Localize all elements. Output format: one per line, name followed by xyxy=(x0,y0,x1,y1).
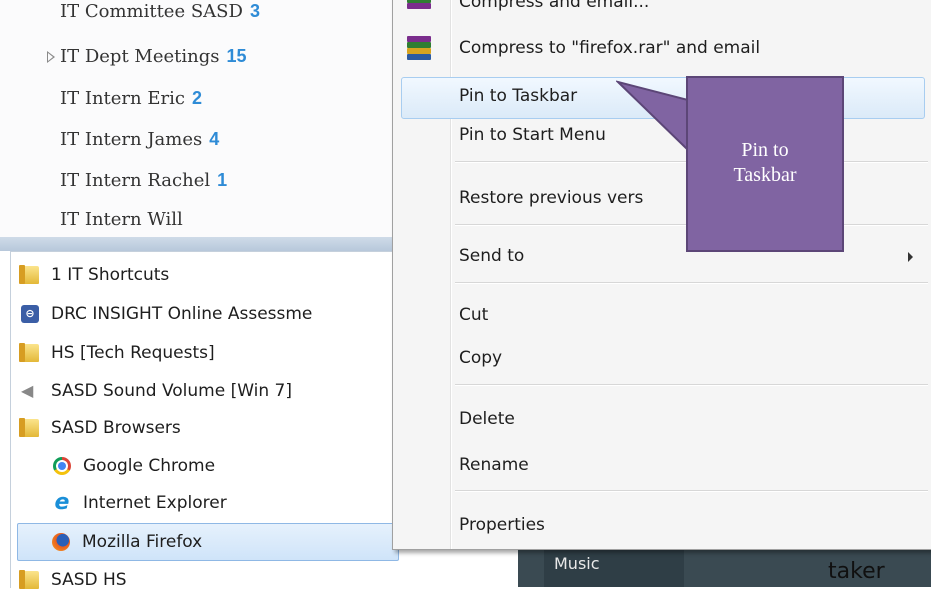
unread-count: 2 xyxy=(191,88,202,108)
menu-item-compress-and-email[interactable]: Compress and email... xyxy=(459,0,649,21)
folder-label: IT Intern Will xyxy=(60,209,183,230)
menu-item-pin-to-taskbar[interactable]: Pin to Taskbar xyxy=(459,77,577,115)
start-item-mozilla-firefox[interactable]: Mozilla Firefox xyxy=(17,523,399,561)
start-menu-right-column: Music taker xyxy=(518,549,931,587)
folder-label: IT Intern Eric xyxy=(60,88,185,109)
folder-label: IT Dept Meetings xyxy=(60,46,220,67)
folder-it-intern-will[interactable]: IT Intern Will xyxy=(60,203,183,237)
menu-item-delete[interactable]: Delete xyxy=(459,400,515,438)
start-menu-programs: 1 IT Shortcuts ⊖ DRC INSIGHT Online Asse… xyxy=(10,251,401,590)
callout-box: Pin to Taskbar xyxy=(686,76,844,252)
menu-separator xyxy=(455,282,928,284)
unread-count: 3 xyxy=(249,1,260,21)
folder-label: IT Intern Rachel xyxy=(60,170,211,191)
folder-it-intern-rachel[interactable]: IT Intern Rachel 1 xyxy=(60,163,227,197)
unread-count: 15 xyxy=(226,46,247,66)
menu-item-pin-to-start-menu[interactable]: Pin to Start Menu xyxy=(459,116,606,154)
chrome-icon xyxy=(53,457,71,475)
callout-pointer xyxy=(616,80,689,153)
drc-insight-icon: ⊖ xyxy=(21,305,39,323)
folder-icon xyxy=(19,343,39,362)
start-item-label: HS [Tech Requests] xyxy=(51,343,215,363)
winrar-icon xyxy=(407,0,431,21)
unread-count: 4 xyxy=(209,129,220,149)
folder-it-intern-james[interactable]: IT Intern James 4 xyxy=(60,122,219,156)
menu-item-properties[interactable]: Properties xyxy=(459,506,545,544)
menu-item-copy[interactable]: Copy xyxy=(459,339,502,377)
menu-item-compress-rar-and-email[interactable]: Compress to "firefox.rar" and email xyxy=(459,29,760,67)
menu-separator xyxy=(455,384,928,386)
folder-it-dept-meetings[interactable]: IT Dept Meetings 15 xyxy=(47,39,247,73)
start-right-item-music[interactable]: Music xyxy=(544,549,684,587)
winrar-icon xyxy=(407,36,431,60)
internet-explorer-icon: e xyxy=(54,490,70,515)
unread-count: 1 xyxy=(217,170,228,190)
start-menu-top-edge xyxy=(0,237,400,251)
start-item-label: Google Chrome xyxy=(83,456,216,476)
folder-icon xyxy=(19,265,39,284)
start-item-label: 1 IT Shortcuts xyxy=(51,265,170,285)
callout-line1: Pin to xyxy=(741,139,789,161)
menu-item-cut[interactable]: Cut xyxy=(459,296,488,334)
start-item-label: Internet Explorer xyxy=(83,493,227,513)
submenu-arrow-icon xyxy=(908,252,913,262)
callout-text: Pin to Taskbar xyxy=(688,138,842,188)
start-item-label: SASD HS xyxy=(51,570,127,590)
folder-it-intern-eric[interactable]: IT Intern Eric 2 xyxy=(60,81,202,115)
expand-arrow-icon[interactable] xyxy=(47,51,55,63)
speaker-icon: ◀ xyxy=(21,381,34,400)
folder-icon xyxy=(19,418,39,437)
menu-item-rename[interactable]: Rename xyxy=(459,446,529,484)
start-item-label: SASD Sound Volume [Win 7] xyxy=(51,381,293,401)
folder-label: IT Intern James xyxy=(60,129,203,150)
menu-separator xyxy=(455,490,928,492)
menu-item-send-to[interactable]: Send to xyxy=(459,237,524,275)
start-item-label: DRC INSIGHT Online Assessme xyxy=(51,304,313,324)
folder-icon xyxy=(19,570,39,589)
partial-label: taker xyxy=(828,559,885,584)
folder-it-committee-sasd[interactable]: IT Committee SASD 3 xyxy=(60,0,260,28)
menu-item-restore-previous-versions[interactable]: Restore previous vers xyxy=(459,179,643,217)
callout-line2: Taskbar xyxy=(733,164,797,186)
start-item-label: Mozilla Firefox xyxy=(82,532,203,552)
start-item-label: SASD Browsers xyxy=(51,418,181,438)
folder-label: IT Committee SASD xyxy=(60,1,243,22)
folder-pane: IT Committee SASD 3 IT Dept Meetings 15 IT… xyxy=(0,0,400,237)
firefox-icon xyxy=(52,533,70,551)
